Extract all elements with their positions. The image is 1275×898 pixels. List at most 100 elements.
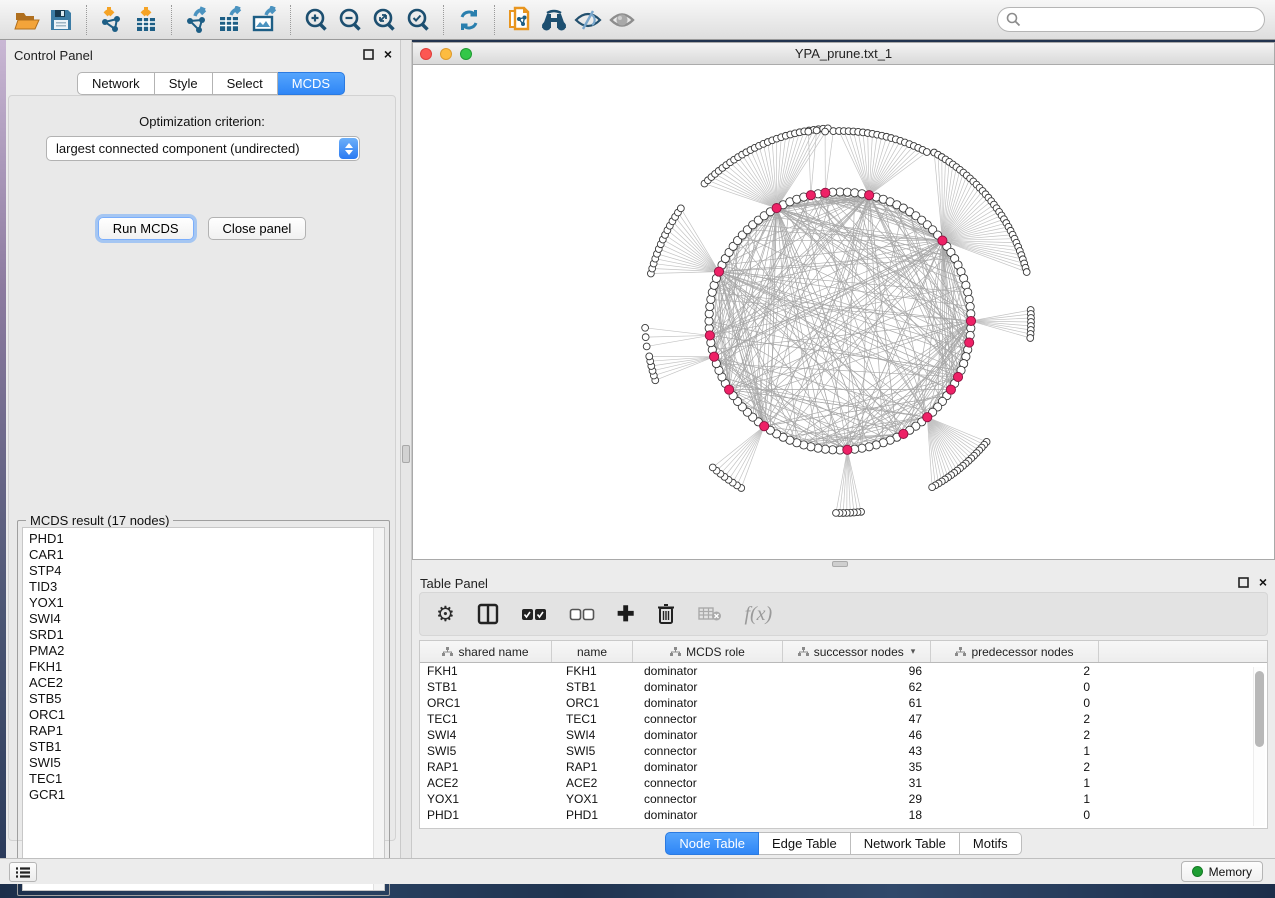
graph-hub-node[interactable]: [724, 385, 733, 394]
table-row[interactable]: ACE2ACE2connector311: [420, 775, 1267, 791]
graph-leaf-node[interactable]: [677, 205, 684, 212]
result-node[interactable]: SRD1: [29, 627, 384, 643]
column-header-predecessor-nodes[interactable]: predecessor nodes: [931, 641, 1099, 662]
float-panel-icon[interactable]: [363, 49, 374, 60]
graph-ring-node[interactable]: [814, 444, 822, 452]
settings-gear-icon[interactable]: ⚙: [436, 604, 455, 625]
graph-leaf-node[interactable]: [923, 149, 930, 156]
scrollbar-thumb[interactable]: [1255, 671, 1264, 747]
table-row[interactable]: ORC1ORC1dominator610: [420, 695, 1267, 711]
tab-mcds[interactable]: MCDS: [278, 72, 345, 95]
table-body[interactable]: FKH1FKH1dominator962STB1STB1dominator620…: [420, 663, 1267, 823]
show-all-button[interactable]: [605, 4, 639, 36]
table-row[interactable]: SWI5SWI5connector431: [420, 743, 1267, 759]
graph-hub-node[interactable]: [938, 236, 947, 245]
result-node[interactable]: STB5: [29, 691, 384, 707]
import-table-button[interactable]: [129, 4, 163, 36]
tab-style[interactable]: Style: [155, 72, 213, 95]
import-network-button[interactable]: [95, 4, 129, 36]
delete-table-icon[interactable]: [698, 606, 722, 622]
table-row[interactable]: FKH1FKH1dominator962: [420, 663, 1267, 679]
function-builder-icon[interactable]: f(x): [744, 603, 772, 626]
table-scrollbar[interactable]: [1253, 667, 1265, 826]
graph-leaf-node[interactable]: [929, 484, 936, 491]
divider-knob[interactable]: [832, 561, 848, 567]
network-titlebar[interactable]: YPA_prune.txt_1: [413, 43, 1274, 65]
run-mcds-button[interactable]: Run MCDS: [98, 217, 194, 240]
maximize-window-icon[interactable]: [460, 48, 472, 60]
tab-edge-table[interactable]: Edge Table: [759, 832, 851, 855]
search-input[interactable]: [997, 7, 1265, 32]
result-node[interactable]: TID3: [29, 579, 384, 595]
graph-hub-node[interactable]: [899, 429, 908, 438]
result-node[interactable]: SWI4: [29, 611, 384, 627]
deselect-all-icon[interactable]: [569, 608, 595, 621]
graph-hub-node[interactable]: [946, 385, 955, 394]
close-panel-icon[interactable]: ×: [1259, 575, 1267, 589]
table-row[interactable]: SWI4SWI4dominator462: [420, 727, 1267, 743]
hide-selection-button[interactable]: [571, 4, 605, 36]
horizontal-split-divider[interactable]: [412, 560, 1275, 568]
table-row[interactable]: PHD1PHD1dominator180: [420, 807, 1267, 823]
tab-motifs[interactable]: Motifs: [960, 832, 1022, 855]
result-node[interactable]: GCR1: [29, 787, 384, 803]
result-node[interactable]: RAP1: [29, 723, 384, 739]
graph-leaf-node[interactable]: [822, 128, 829, 135]
zoom-in-button[interactable]: [299, 4, 333, 36]
criterion-dropdown[interactable]: largest connected component (undirected): [46, 136, 360, 161]
graph-hub-node[interactable]: [965, 338, 974, 347]
toggle-panes-icon[interactable]: [477, 603, 499, 625]
result-node[interactable]: STB1: [29, 739, 384, 755]
delete-column-icon[interactable]: [656, 603, 676, 625]
graph-leaf-node[interactable]: [646, 353, 653, 360]
graph-leaf-node[interactable]: [1027, 335, 1034, 342]
clone-network-button[interactable]: [503, 4, 537, 36]
export-network-button[interactable]: [180, 4, 214, 36]
graph-hub-node[interactable]: [710, 352, 719, 361]
result-node[interactable]: TEC1: [29, 771, 384, 787]
graph-hub-node[interactable]: [806, 191, 815, 200]
save-session-button[interactable]: [44, 4, 78, 36]
graph-hub-node[interactable]: [705, 331, 714, 340]
mcds-result-list[interactable]: PHD1CAR1STP4TID3YOX1SWI4SRD1PMA2FKH1ACE2…: [22, 527, 385, 891]
graph-leaf-node[interactable]: [813, 127, 820, 134]
graph-hub-node[interactable]: [760, 422, 769, 431]
graph-leaf-node[interactable]: [805, 128, 812, 135]
refresh-view-button[interactable]: [452, 4, 486, 36]
column-header-successor-nodes[interactable]: successor nodes▾: [783, 641, 931, 662]
result-node[interactable]: PHD1: [29, 531, 384, 547]
graph-hub-node[interactable]: [966, 316, 975, 325]
mcds-result-scrollbar[interactable]: [373, 528, 384, 890]
tab-network-table[interactable]: Network Table: [851, 832, 960, 855]
tab-node-table[interactable]: Node Table: [665, 832, 759, 855]
table-row[interactable]: YOX1YOX1connector291: [420, 791, 1267, 807]
result-node[interactable]: ORC1: [29, 707, 384, 723]
result-node[interactable]: YOX1: [29, 595, 384, 611]
memory-button[interactable]: Memory: [1181, 861, 1263, 882]
add-column-icon[interactable]: ✚: [617, 604, 635, 625]
search-network-button[interactable]: [537, 4, 571, 36]
result-node[interactable]: CAR1: [29, 547, 384, 563]
column-header-shared-name[interactable]: shared name: [420, 641, 552, 662]
graph-hub-node[interactable]: [772, 203, 781, 212]
zoom-selected-button[interactable]: [401, 4, 435, 36]
zoom-out-button[interactable]: [333, 4, 367, 36]
graph-hub-node[interactable]: [714, 267, 723, 276]
export-table-button[interactable]: [214, 4, 248, 36]
graph-leaf-node[interactable]: [709, 464, 716, 471]
graph-leaf-node[interactable]: [643, 343, 650, 350]
result-node[interactable]: PMA2: [29, 643, 384, 659]
graph-leaf-node[interactable]: [642, 334, 649, 341]
select-all-icon[interactable]: [521, 608, 547, 621]
graph-hub-node[interactable]: [843, 445, 852, 454]
result-node[interactable]: STP4: [29, 563, 384, 579]
table-row[interactable]: RAP1RAP1dominator352: [420, 759, 1267, 775]
result-node[interactable]: SWI5: [29, 755, 384, 771]
graph-leaf-node[interactable]: [833, 510, 840, 517]
column-header-name[interactable]: name: [552, 641, 633, 662]
minimize-window-icon[interactable]: [440, 48, 452, 60]
tab-network[interactable]: Network: [77, 72, 155, 95]
graph-hub-node[interactable]: [865, 191, 874, 200]
vertical-split-divider[interactable]: [400, 40, 412, 858]
open-session-button[interactable]: [10, 4, 44, 36]
